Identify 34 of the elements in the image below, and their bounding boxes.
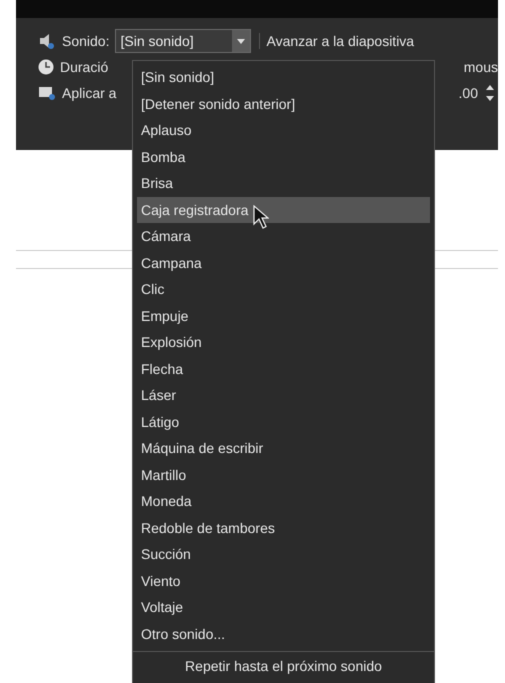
duration-label: Duració (60, 59, 108, 75)
menu-item[interactable]: Aplauso (137, 117, 430, 144)
mouse-pointer-icon (253, 205, 269, 229)
menu-item[interactable]: Bomba (137, 144, 430, 170)
advance-slide-label: Avanzar a la diapositiva (259, 33, 414, 49)
menu-item[interactable]: Explosión (137, 329, 430, 356)
apply-label: Aplicar a (62, 85, 116, 101)
menu-item[interactable]: Máquina de escribir (137, 435, 430, 462)
menu-item[interactable]: Viento (137, 568, 430, 594)
menu-item[interactable]: Látigo (137, 408, 430, 435)
menu-item[interactable]: [Sin sonido] (137, 64, 430, 90)
menu-item[interactable]: Moneda (137, 488, 430, 514)
time-value: .00 (458, 85, 478, 101)
menu-item[interactable]: Cámara (137, 223, 430, 250)
menu-item[interactable]: Otro sonido... (137, 620, 430, 647)
menu-item[interactable]: Brisa (137, 170, 430, 196)
menu-item[interactable]: Succión (137, 541, 430, 568)
menu-item[interactable]: Flecha (137, 356, 430, 382)
menu-item[interactable]: Clic (137, 276, 430, 302)
menu-item[interactable]: Láser (137, 382, 430, 408)
menu-item[interactable]: Campana (137, 250, 430, 276)
menu-item[interactable]: [Detener sonido anterior] (137, 90, 430, 117)
menu-item[interactable]: Voltaje (137, 594, 430, 620)
menu-item[interactable]: Caja registradora (137, 196, 430, 223)
mouse-label: mous (464, 59, 498, 75)
sound-dropdown[interactable]: [Sin sonido] (115, 29, 252, 53)
sound-label: Sonido: (62, 33, 110, 49)
menu-item[interactable]: Martillo (137, 462, 430, 488)
menu-item[interactable]: Redoble de tambores (137, 514, 430, 541)
menu-item[interactable]: Empuje (137, 302, 430, 329)
speaker-icon (38, 33, 56, 49)
clock-icon (38, 59, 54, 75)
loop-until-next-sound-option[interactable]: Repetir hasta el próximo sonido (137, 652, 430, 680)
spinner-icon[interactable] (486, 84, 494, 102)
